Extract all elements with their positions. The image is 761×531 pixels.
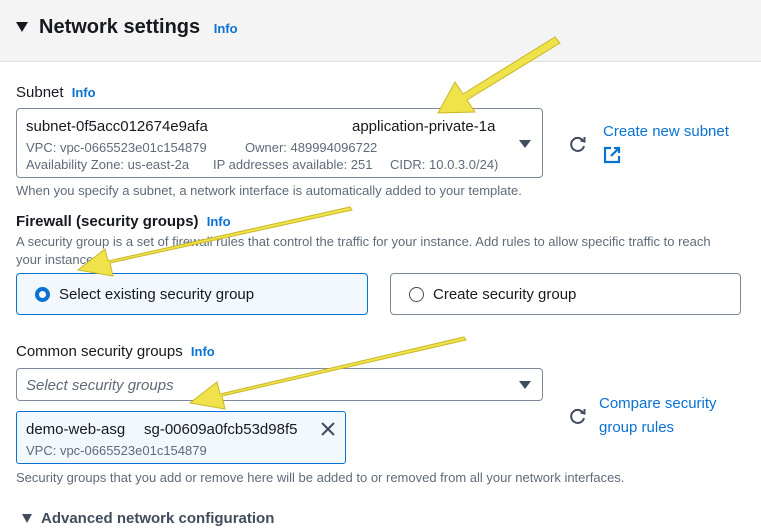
arrow-to-subnet (437, 36, 561, 114)
arrow-to-sg-token (188, 336, 467, 410)
arrow-to-existing-sg (76, 206, 353, 277)
annotation-arrows (76, 36, 561, 410)
